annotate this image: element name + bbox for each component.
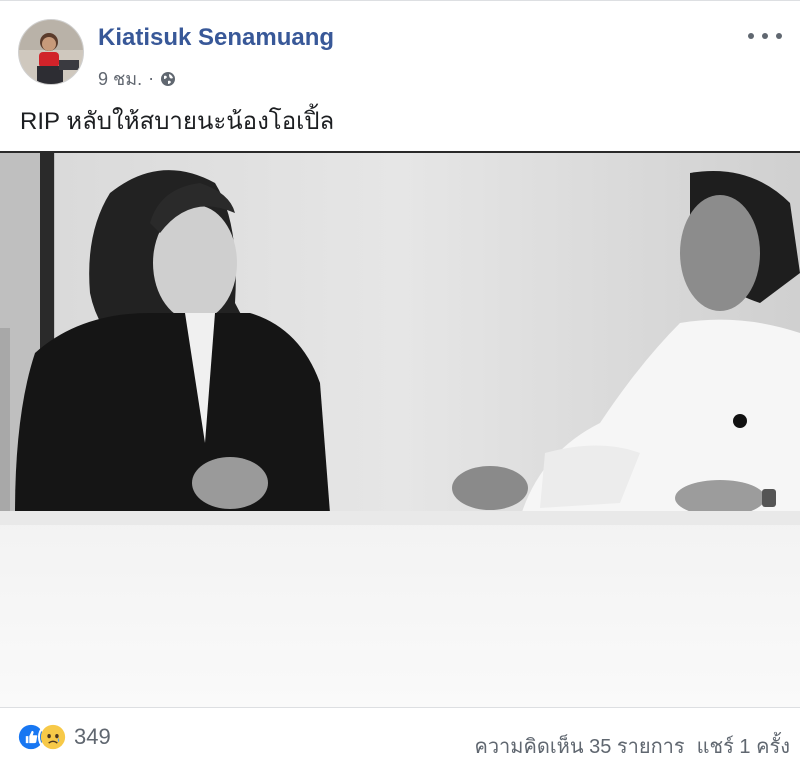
comments-count-link[interactable]: ความคิดเห็น 35 รายการ xyxy=(474,730,684,762)
reactions-summary[interactable]: 349 xyxy=(16,722,111,752)
meta-separator: · xyxy=(148,68,155,88)
globe-icon[interactable] xyxy=(160,71,176,87)
sad-icon xyxy=(38,722,68,752)
author-avatar[interactable] xyxy=(18,19,84,85)
post-header: Kiatisuk Senamuang 9 ชม. · xyxy=(18,19,782,89)
post-text: RIP หลับให้สบายนะน้องโอเปิ้ล xyxy=(20,108,335,135)
author-name[interactable]: Kiatisuk Senamuang xyxy=(98,24,334,52)
reaction-count: 349 xyxy=(74,724,111,749)
post-footer: 349 ความคิดเห็น 35 รายการ แชร์ 1 ครั้ง xyxy=(0,707,800,764)
shares-count-link[interactable]: แชร์ 1 ครั้ง xyxy=(697,730,790,762)
facebook-post: Kiatisuk Senamuang 9 ชม. · RIP หลับให้สบ… xyxy=(0,0,800,764)
post-meta: 9 ชม. · xyxy=(98,64,176,93)
post-timestamp[interactable]: 9 ชม. xyxy=(98,64,142,93)
post-photo[interactable] xyxy=(0,151,800,708)
post-stats: ความคิดเห็น 35 รายการ แชร์ 1 ครั้ง xyxy=(474,730,790,762)
more-options-icon[interactable] xyxy=(748,25,782,47)
